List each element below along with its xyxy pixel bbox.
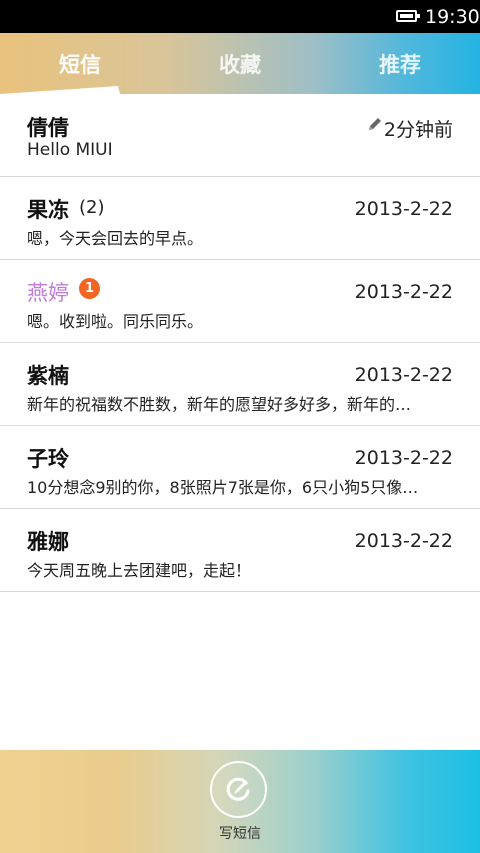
message-preview: 今天周五晚上去团建吧，走起！	[27, 561, 252, 580]
thread-count: (2)	[79, 197, 105, 218]
message-preview: 新年的祝福数不胜数，新年的愿望好多好多，新年的…	[27, 395, 412, 414]
tab-recommended[interactable]: 推荐	[379, 49, 421, 79]
status-bar: 19:30	[0, 0, 480, 33]
contact-name: 雅娜	[27, 530, 69, 554]
tab-favorites[interactable]: 收藏	[219, 49, 261, 79]
contact-name: 子玲	[27, 447, 69, 471]
message-row[interactable]: 紫楠 2013-2-22 新年的祝福数不胜数，新年的愿望好多好多，新年的…	[0, 343, 480, 426]
message-preview: 嗯。收到啦。同乐同乐。	[27, 312, 204, 331]
message-row[interactable]: 倩倩 2分钟前 Hello MIUI	[0, 94, 480, 177]
status-time: 19:30	[425, 6, 480, 28]
draft-pencil-icon	[369, 118, 381, 130]
tab-bar: 短信 收藏 推荐	[0, 33, 480, 94]
active-tab-indicator	[0, 86, 480, 94]
message-preview: 10分想念9别的你，8张照片7张是你，6只小狗5只像…	[27, 478, 419, 497]
tab-messages[interactable]: 短信	[59, 49, 101, 79]
contact-name: 紫楠	[27, 364, 69, 388]
message-time: 2013-2-22	[354, 198, 453, 220]
message-time: 2013-2-22	[354, 281, 453, 303]
message-list: 倩倩 2分钟前 Hello MIUI 果冻 (2) 2013-2-22 嗯，今天…	[0, 94, 480, 592]
message-row[interactable]: 子玲 2013-2-22 10分想念9别的你，8张照片7张是你，6只小狗5只像…	[0, 426, 480, 509]
message-preview: 嗯，今天会回去的早点。	[27, 229, 204, 248]
battery-icon	[396, 10, 420, 22]
message-time: 2013-2-22	[354, 530, 453, 552]
contact-name: 燕婷	[27, 281, 69, 305]
message-time: 2分钟前	[383, 119, 453, 141]
compose-button[interactable]	[210, 761, 267, 818]
message-row[interactable]: 燕婷 1 2013-2-22 嗯。收到啦。同乐同乐。	[0, 260, 480, 343]
bottom-bar: 写短信	[0, 750, 480, 853]
message-row[interactable]: 果冻 (2) 2013-2-22 嗯，今天会回去的早点。	[0, 177, 480, 260]
compose-icon	[226, 777, 250, 801]
message-time: 2013-2-22	[354, 447, 453, 469]
message-time: 2013-2-22	[354, 364, 453, 386]
compose-label[interactable]: 写短信	[210, 823, 270, 843]
message-preview: Hello MIUI	[27, 140, 113, 160]
message-row[interactable]: 雅娜 2013-2-22 今天周五晚上去团建吧，走起！	[0, 509, 480, 592]
unread-badge: 1	[79, 278, 100, 299]
contact-name: 倩倩	[27, 116, 69, 140]
contact-name: 果冻	[27, 198, 69, 222]
